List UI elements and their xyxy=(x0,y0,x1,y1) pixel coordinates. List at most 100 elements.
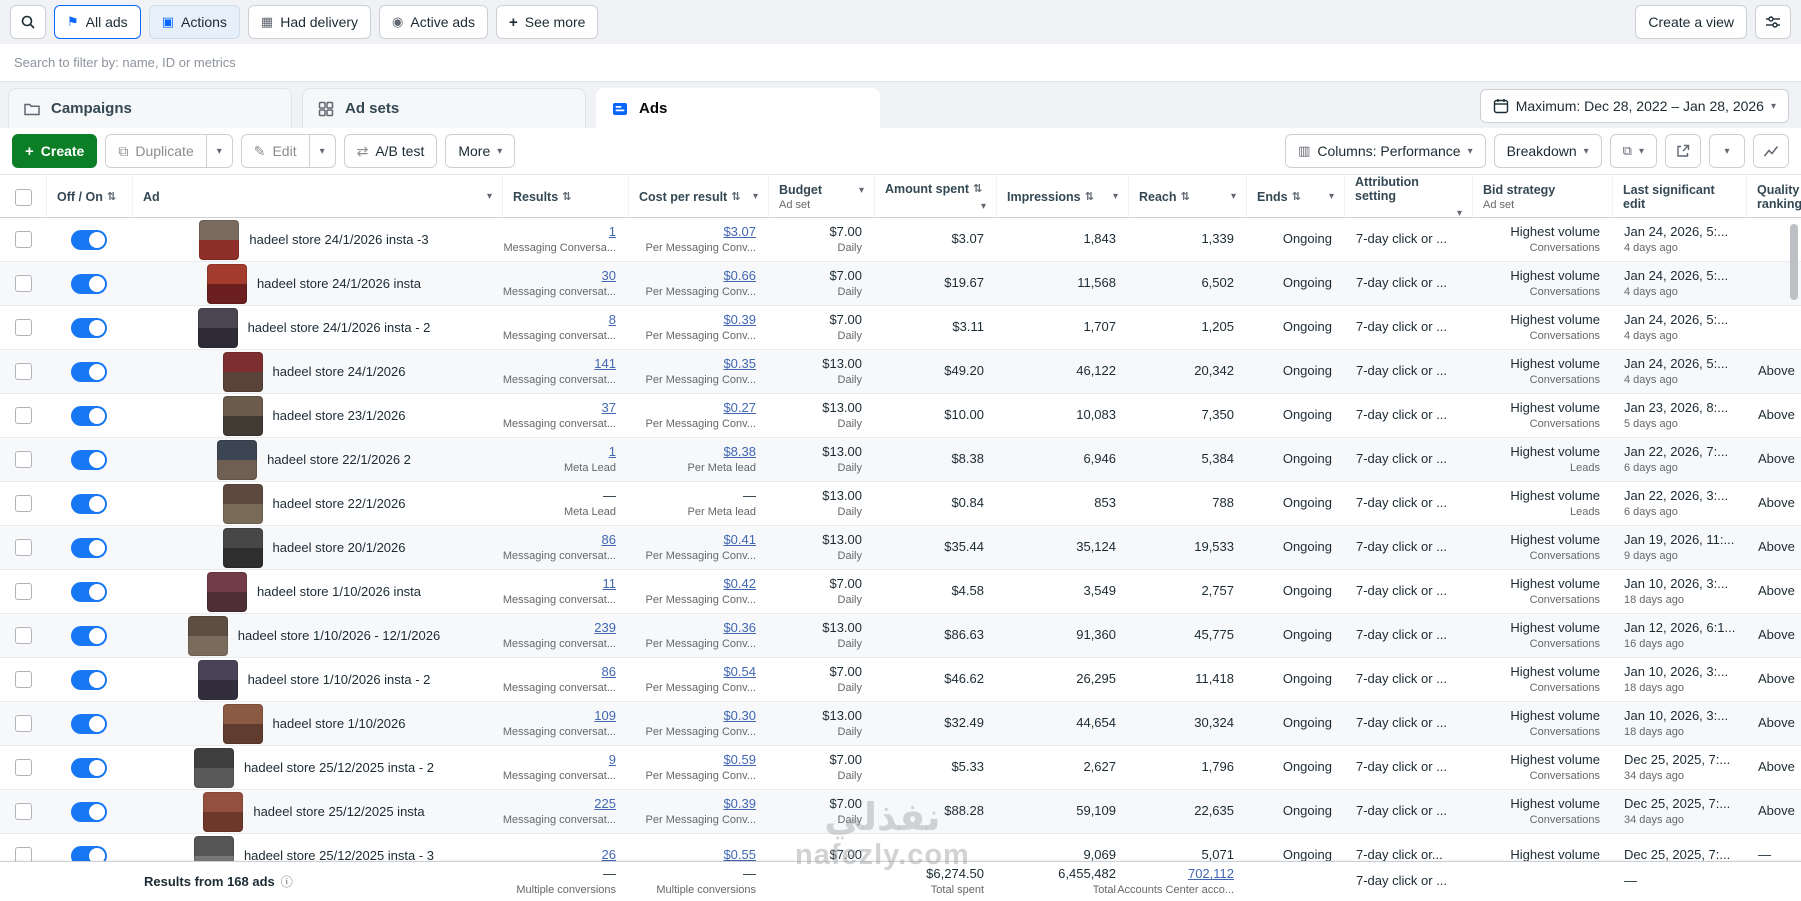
ad-thumbnail[interactable] xyxy=(222,703,263,744)
create-view-button[interactable]: Create a view xyxy=(1635,5,1747,39)
breakdown-button[interactable]: Breakdown ▾ xyxy=(1493,134,1602,168)
cost-per-result-value[interactable]: $0.36 xyxy=(723,620,756,636)
tab-ad-sets[interactable]: Ad sets xyxy=(302,88,586,128)
status-toggle[interactable] xyxy=(71,801,107,822)
row-checkbox[interactable] xyxy=(14,759,32,776)
column-header-amount-spent[interactable]: Amount spent ⇅ ▾ xyxy=(874,175,996,220)
row-checkbox[interactable] xyxy=(14,231,32,248)
row-checkbox[interactable] xyxy=(14,583,32,600)
row-checkbox[interactable] xyxy=(14,451,32,468)
status-toggle[interactable] xyxy=(71,757,107,778)
row-checkbox[interactable] xyxy=(14,407,32,424)
column-header-reach[interactable]: Reach ⇅ ▾ xyxy=(1128,175,1246,220)
date-range-button[interactable]: Maximum: Dec 28, 2022 – Jan 28, 2026 ▾ xyxy=(1479,89,1789,123)
results-value[interactable]: 30 xyxy=(602,268,616,284)
sort-icon[interactable]: ⇅ xyxy=(731,191,740,204)
row-checkbox[interactable] xyxy=(14,715,32,732)
results-value[interactable]: 37 xyxy=(602,400,616,416)
reports-button[interactable]: ⧉ ▾ xyxy=(1609,134,1657,168)
ad-name[interactable]: hadeel store 1/10/2026 - 12/1/2026 xyxy=(238,628,440,643)
sort-icon[interactable]: ⇅ xyxy=(1292,191,1301,204)
ad-thumbnail[interactable] xyxy=(197,307,238,348)
status-toggle[interactable] xyxy=(71,581,107,602)
column-header-impressions[interactable]: Impressions ⇅ ▾ xyxy=(996,175,1128,220)
status-toggle[interactable] xyxy=(71,669,107,690)
status-toggle[interactable] xyxy=(71,317,107,338)
row-checkbox[interactable] xyxy=(14,275,32,292)
status-toggle[interactable] xyxy=(71,405,107,426)
ad-thumbnail[interactable] xyxy=(206,263,247,304)
status-toggle[interactable] xyxy=(71,493,107,514)
status-toggle[interactable] xyxy=(71,361,107,382)
ad-name[interactable]: hadeel store 25/12/2025 insta - 2 xyxy=(244,760,434,775)
results-value[interactable]: 141 xyxy=(594,356,616,372)
ad-thumbnail[interactable] xyxy=(197,659,238,700)
column-header-results[interactable]: Results ⇅ xyxy=(502,175,628,220)
results-value[interactable]: 9 xyxy=(609,752,616,768)
cost-per-result-value[interactable]: $0.42 xyxy=(723,576,756,592)
tab-ads[interactable]: Ads xyxy=(596,88,880,128)
columns-button[interactable]: ▥ Columns: Performance ▾ xyxy=(1285,134,1486,168)
ad-thumbnail[interactable] xyxy=(222,483,263,524)
cost-per-result-value[interactable]: $0.30 xyxy=(723,708,756,724)
edit-button[interactable]: ✎ Edit xyxy=(240,134,310,168)
row-checkbox[interactable] xyxy=(14,803,32,820)
search-button[interactable] xyxy=(10,5,46,39)
results-value[interactable]: 86 xyxy=(602,664,616,680)
results-value[interactable]: 86 xyxy=(602,532,616,548)
filter-settings-button[interactable] xyxy=(1755,5,1791,39)
cost-per-result-value[interactable]: $0.39 xyxy=(723,796,756,812)
row-checkbox[interactable] xyxy=(14,363,32,380)
export-menu-button[interactable]: ▾ xyxy=(1709,134,1745,168)
cost-per-result-value[interactable]: $0.59 xyxy=(723,752,756,768)
ad-name[interactable]: hadeel store 24/1/2026 insta -3 xyxy=(249,232,428,247)
row-checkbox[interactable] xyxy=(14,319,32,336)
ad-thumbnail[interactable] xyxy=(193,747,234,788)
ad-name[interactable]: hadeel store 23/1/2026 xyxy=(273,408,406,423)
column-menu-icon[interactable]: ▾ xyxy=(1113,191,1118,203)
column-header-onoff[interactable]: Off / On ⇅ xyxy=(46,175,132,220)
column-header-ad[interactable]: Ad ▾ xyxy=(132,175,502,220)
status-toggle[interactable] xyxy=(71,625,107,646)
cost-per-result-value[interactable]: $0.66 xyxy=(723,268,756,284)
sort-icon[interactable]: ⇅ xyxy=(1181,191,1190,204)
results-value[interactable]: 239 xyxy=(594,620,616,636)
status-toggle[interactable] xyxy=(71,537,107,558)
duplicate-menu-button[interactable]: ▾ xyxy=(206,134,233,168)
column-menu-icon[interactable]: ▾ xyxy=(981,201,986,213)
status-toggle[interactable] xyxy=(71,229,107,250)
row-checkbox[interactable] xyxy=(14,539,32,556)
edit-menu-button[interactable]: ▾ xyxy=(309,134,336,168)
ad-name[interactable]: hadeel store 24/1/2026 xyxy=(273,364,406,379)
ad-thumbnail[interactable] xyxy=(199,219,240,260)
summary-reach-value[interactable]: 702,112 xyxy=(1188,866,1234,882)
ad-thumbnail[interactable] xyxy=(206,571,247,612)
filter-pill-active-ads[interactable]: ◉ Active ads xyxy=(379,5,488,39)
row-checkbox[interactable] xyxy=(14,627,32,644)
cost-per-result-value[interactable]: $0.39 xyxy=(723,312,756,328)
column-menu-icon[interactable]: ▾ xyxy=(753,191,758,203)
sort-icon[interactable]: ⇅ xyxy=(973,183,982,196)
filter-pill-all-ads[interactable]: ⚑ All ads xyxy=(54,5,141,39)
cost-per-result-value[interactable]: $0.35 xyxy=(723,356,756,372)
cost-per-result-value[interactable]: $3.07 xyxy=(723,224,756,240)
export-button[interactable] xyxy=(1665,134,1701,168)
status-toggle[interactable] xyxy=(71,449,107,470)
column-header-quality-ranking[interactable]: Quality ranking xyxy=(1746,175,1801,220)
ab-test-button[interactable]: ⇄ A/B test xyxy=(343,134,438,168)
results-value[interactable]: 11 xyxy=(603,576,617,592)
duplicate-button[interactable]: ⧉ Duplicate xyxy=(105,134,207,168)
cost-per-result-value[interactable]: $0.41 xyxy=(723,532,756,548)
results-value[interactable]: 109 xyxy=(594,708,616,724)
column-header-ends[interactable]: Ends ⇅ ▾ xyxy=(1246,175,1344,220)
ad-thumbnail[interactable] xyxy=(222,395,263,436)
results-value[interactable]: 1 xyxy=(609,444,616,460)
ad-name[interactable]: hadeel store 1/10/2026 insta - 2 xyxy=(248,672,431,687)
column-menu-icon[interactable]: ▾ xyxy=(859,185,864,197)
ad-name[interactable]: hadeel store 24/1/2026 insta - 2 xyxy=(248,320,431,335)
ad-name[interactable]: hadeel store 1/10/2026 xyxy=(273,716,406,731)
ad-name[interactable]: hadeel store 22/1/2026 2 xyxy=(267,452,411,467)
row-checkbox[interactable] xyxy=(14,671,32,688)
ad-name[interactable]: hadeel store 1/10/2026 insta xyxy=(257,584,421,599)
ad-thumbnail[interactable] xyxy=(217,439,258,480)
